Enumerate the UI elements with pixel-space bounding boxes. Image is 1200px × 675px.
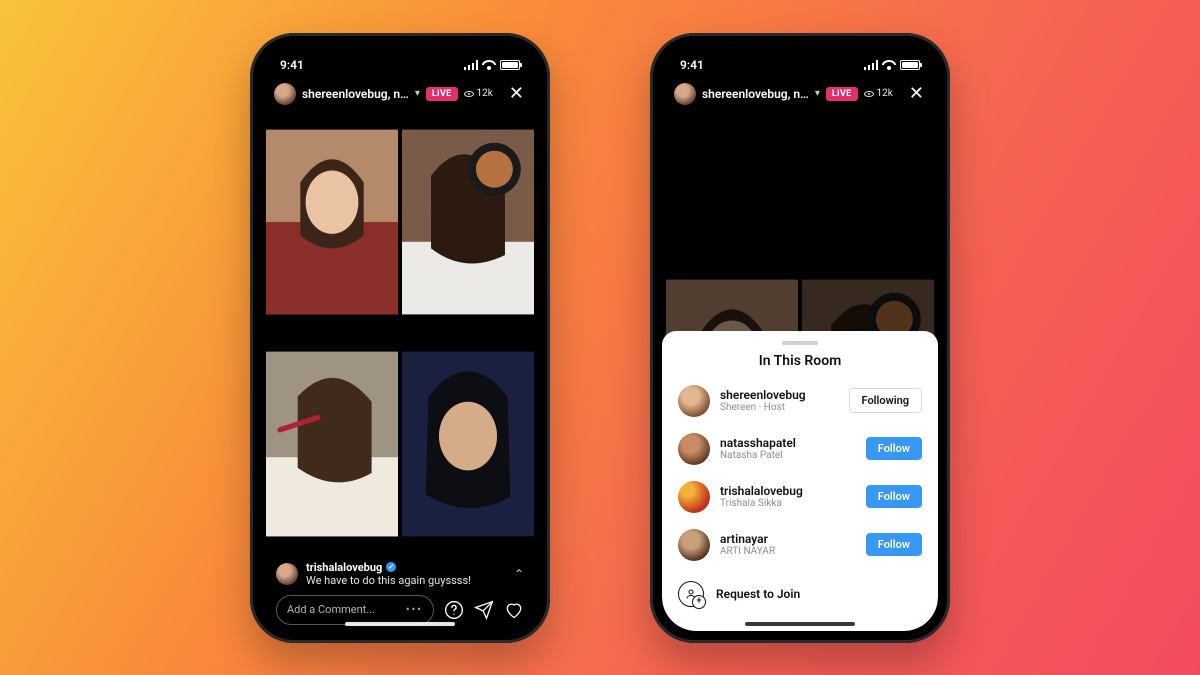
- screen: 9:41 shereenlovebug, n… ▾ LIVE 12k ✕: [262, 45, 538, 631]
- comment-placeholder: Add a Comment...: [287, 603, 375, 616]
- comment-username[interactable]: trishalalovebug ✓: [306, 561, 471, 574]
- signal-icon: [464, 60, 478, 70]
- home-indicator[interactable]: [345, 622, 455, 626]
- live-header: shereenlovebug, n… ▾ LIVE 12k ✕: [662, 79, 938, 113]
- member-subtitle: Shereen · Host: [720, 402, 806, 413]
- phone-right: 9:41 shereenlovebug, n… ▾ LIVE 12k ✕: [650, 33, 950, 643]
- status-icons: [464, 60, 520, 70]
- eye-icon: [464, 91, 474, 97]
- status-time: 9:41: [680, 58, 704, 72]
- phone-left: 9:41 shereenlovebug, n… ▾ LIVE 12k ✕: [250, 33, 550, 643]
- video-tile-4[interactable]: [402, 335, 534, 553]
- notch: [735, 45, 865, 69]
- comment-input[interactable]: Add a Comment... •••: [276, 595, 434, 625]
- status-icons: [864, 60, 920, 70]
- member-row: shereenlovebug Shereen · Host Following: [662, 377, 938, 425]
- follow-button[interactable]: Follow: [866, 437, 922, 460]
- live-badge: LIVE: [826, 87, 858, 101]
- member-avatar[interactable]: [678, 529, 710, 561]
- live-badge: LIVE: [426, 87, 458, 101]
- member-username[interactable]: trishalalovebug: [720, 484, 803, 498]
- request-label: Request to Join: [716, 587, 800, 601]
- question-icon[interactable]: [444, 600, 464, 620]
- member-avatar[interactable]: [678, 433, 710, 465]
- following-button[interactable]: Following: [849, 388, 922, 413]
- room-sheet: In This Room shereenlovebug Shereen · Ho…: [662, 331, 938, 631]
- notch: [335, 45, 465, 69]
- close-button[interactable]: ✕: [507, 83, 526, 104]
- chevron-down-icon[interactable]: ▾: [415, 88, 420, 99]
- request-to-join[interactable]: Request to Join: [662, 569, 938, 611]
- host-username[interactable]: shereenlovebug, n…: [302, 87, 409, 101]
- comment-text: We have to do this again guyssss!: [306, 574, 471, 587]
- viewer-count[interactable]: 12k: [464, 88, 493, 99]
- more-icon[interactable]: •••: [406, 603, 423, 616]
- member-avatar[interactable]: [678, 385, 710, 417]
- sheet-title: In This Room: [662, 353, 938, 369]
- viewer-count[interactable]: 12k: [864, 88, 893, 99]
- verified-icon: ✓: [386, 562, 396, 572]
- member-username[interactable]: artinayar: [720, 532, 775, 546]
- heart-icon[interactable]: [504, 600, 524, 620]
- member-subtitle: Natasha Patel: [720, 450, 796, 461]
- member-username[interactable]: shereenlovebug: [720, 388, 806, 402]
- video-tile-1[interactable]: [266, 113, 398, 331]
- signal-icon: [864, 60, 878, 70]
- wifi-icon: [882, 60, 896, 70]
- wifi-icon: [482, 60, 496, 70]
- collapse-comments-icon[interactable]: ⌃: [514, 567, 524, 581]
- host-avatar[interactable]: [674, 83, 696, 105]
- sheet-grabber[interactable]: [782, 341, 818, 345]
- screen: 9:41 shereenlovebug, n… ▾ LIVE 12k ✕: [662, 45, 938, 631]
- battery-icon: [900, 60, 920, 70]
- live-header: shereenlovebug, n… ▾ LIVE 12k ✕: [262, 79, 538, 113]
- host-username[interactable]: shereenlovebug, n…: [702, 87, 809, 101]
- eye-icon: [864, 91, 874, 97]
- status-time: 9:41: [280, 58, 304, 72]
- video-tile-3[interactable]: [266, 335, 398, 553]
- member-subtitle: Trishala Sikka: [720, 498, 803, 509]
- follow-button[interactable]: Follow: [866, 485, 922, 508]
- video-grid: [262, 113, 538, 553]
- latest-comment: trishalalovebug ✓ We have to do this aga…: [262, 553, 538, 589]
- member-subtitle: ARTI NAYAR: [720, 546, 775, 557]
- close-button[interactable]: ✕: [907, 83, 926, 104]
- share-icon[interactable]: [474, 600, 494, 620]
- member-username[interactable]: natasshapatel: [720, 436, 796, 450]
- battery-icon: [500, 60, 520, 70]
- host-avatar[interactable]: [274, 83, 296, 105]
- commenter-avatar[interactable]: [276, 563, 298, 585]
- home-indicator[interactable]: [745, 622, 855, 626]
- request-join-icon: [678, 581, 704, 607]
- chevron-down-icon[interactable]: ▾: [815, 88, 820, 99]
- member-row: artinayar ARTI NAYAR Follow: [662, 521, 938, 569]
- member-row: trishalalovebug Trishala Sikka Follow: [662, 473, 938, 521]
- member-avatar[interactable]: [678, 481, 710, 513]
- member-row: natasshapatel Natasha Patel Follow: [662, 425, 938, 473]
- video-tile-2[interactable]: [402, 113, 534, 331]
- follow-button[interactable]: Follow: [866, 533, 922, 556]
